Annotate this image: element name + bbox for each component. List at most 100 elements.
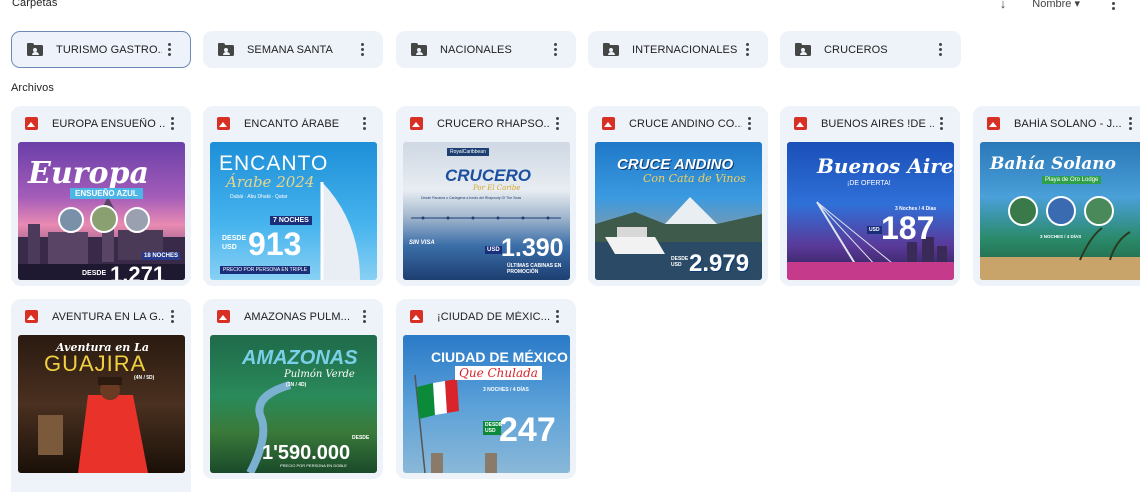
shared-folder-icon	[27, 43, 43, 56]
thumb-subtitle: Por El Caribe	[473, 184, 521, 192]
file-thumbnail: CIUDAD DE MÉXICO Que Chulada 3 NOCHES / …	[403, 335, 570, 473]
thumb-badge: 7 NOCHES	[270, 216, 312, 225]
folder-name: TURISMO GASTRO...	[56, 43, 162, 56]
thumb-price-label: DESDE USD	[671, 256, 689, 268]
more-options-icon[interactable]	[1106, 0, 1120, 12]
route-line-illustration	[411, 216, 561, 220]
image-file-icon	[25, 310, 38, 323]
thumb-price: 1'590.000	[262, 442, 351, 464]
thumb-subtitle: Que Chulada	[455, 366, 542, 380]
folder-menu-icon[interactable]	[355, 41, 369, 59]
photo-circle	[124, 207, 150, 233]
sort-direction-icon[interactable]: ↓	[1000, 0, 1007, 11]
folder-name: INTERNACIONALES	[632, 43, 738, 56]
folder-name: SEMANA SANTA	[247, 43, 333, 56]
thumb-title: CIUDAD DE MÉXICO	[431, 349, 568, 365]
folder-cruceros[interactable]: CRUCEROS	[780, 31, 961, 68]
thumb-title: Buenos Aires	[817, 154, 954, 178]
thumb-price-label: USD	[867, 226, 882, 234]
thumb-caption: PRECIO POR PERSONA EN DOBLE	[280, 463, 347, 468]
thumb-badge: (4N / 5D)	[134, 375, 155, 381]
file-thumbnail: AMAZONAS Pulmón Verde (3N / 4D) DESDE 1'…	[210, 335, 377, 473]
file-name: EUROPA ENSUEÑO ...	[52, 117, 165, 130]
thumb-title: Bahía Solano	[990, 154, 1116, 174]
file-menu-icon[interactable]	[165, 115, 179, 133]
folder-semana-santa[interactable]: SEMANA SANTA	[203, 31, 383, 68]
image-file-icon	[794, 117, 807, 130]
thumb-price-label: USD	[485, 246, 502, 254]
file-menu-icon[interactable]	[1123, 115, 1137, 133]
folders-section-label: Carpetas	[12, 0, 58, 9]
thumb-title: CRUCERO	[445, 166, 531, 185]
sort-control[interactable]: ↓ Nombre ▾	[1000, 0, 1120, 12]
image-file-icon	[25, 117, 38, 130]
file-thumbnail: Bahía Solano Playa de Oro Lodge 3 NOCHES…	[980, 142, 1140, 280]
sort-label[interactable]: Nombre ▾	[1032, 0, 1080, 10]
file-menu-icon[interactable]	[357, 308, 371, 326]
file-amazonas-pulmon[interactable]: AMAZONAS PULM... AMAZONAS Pulmón Verde (…	[203, 299, 383, 479]
thumb-price: 1.390	[501, 234, 564, 262]
file-thumbnail: RoyalCaribbean CRUCERO Por El Caribe Des…	[403, 142, 570, 280]
folder-name: CRUCEROS	[824, 43, 888, 56]
image-file-icon	[602, 117, 615, 130]
thumb-price: 247	[499, 411, 556, 449]
thumb-badge: (3N / 4D)	[286, 382, 307, 388]
file-crucero-rhapsody[interactable]: CRUCERO RHAPSO... RoyalCaribbean CRUCERO…	[396, 106, 576, 286]
file-menu-icon[interactable]	[934, 115, 948, 133]
folder-menu-icon[interactable]	[162, 41, 176, 59]
file-thumbnail: Aventura en La GUAJIRA (4N / 5D)	[18, 335, 185, 473]
file-menu-icon[interactable]	[742, 115, 756, 133]
thumb-badge: 3 NOCHES / 4 DÍAS	[1040, 234, 1082, 239]
thumb-title: Europa	[28, 156, 149, 191]
folder-menu-icon[interactable]	[548, 41, 562, 59]
file-name: CRUCE ANDINO CO...	[629, 117, 742, 130]
thumb-subtitle: ¡DE OFERTA!	[847, 180, 891, 187]
file-thumbnail: ENCANTO Árabe 2024 Dubái · Abu Dhabi · Q…	[210, 142, 377, 280]
thumb-caption: PRECIO POR PERSONA EN TRIPLE	[220, 266, 311, 274]
shared-folder-icon	[795, 43, 811, 56]
file-thumbnail: Buenos Aires ¡DE OFERTA! 3 Noches / 4 Dí…	[787, 142, 954, 280]
thumb-subtitle: Árabe 2024	[226, 173, 315, 191]
file-buenos-aires[interactable]: BUENOS AIRES !DE ... Buenos Aires ¡DE OF…	[780, 106, 960, 286]
thumb-price: 1.271	[110, 262, 166, 281]
thumb-subtitle: Con Cata de Vinos	[643, 172, 746, 185]
file-cruce-andino[interactable]: CRUCE ANDINO CO... CRUCE ANDINO Con Cata…	[588, 106, 768, 286]
image-file-icon	[410, 117, 423, 130]
folder-menu-icon[interactable]	[740, 41, 754, 59]
photo-circle	[58, 207, 84, 233]
file-thumbnail: Europa ENSUEÑO AZUL 18 NOCHES DESDE 1.27…	[18, 142, 185, 280]
file-name: AVENTURA EN LA G...	[52, 310, 165, 323]
file-name: ¡CIUDAD DE MÉXIC...	[437, 310, 550, 323]
image-file-icon	[410, 310, 423, 323]
file-encanto-arabe[interactable]: ENCANTO ÁRABE ENCANTO Árabe 2024 Dubái ·…	[203, 106, 383, 286]
file-menu-icon[interactable]	[357, 115, 371, 133]
file-menu-icon[interactable]	[165, 308, 179, 326]
image-file-icon	[217, 310, 230, 323]
photo-circle	[1008, 196, 1038, 226]
thumb-caption: ÚLTIMAS CABINAS EN PROMOCIÓN	[507, 263, 562, 275]
file-ciudad-de-mexico[interactable]: ¡CIUDAD DE MÉXIC... CIUDAD DE MÉXICO Que…	[396, 299, 576, 479]
file-europa-ensueno[interactable]: EUROPA ENSUEÑO ... Europa ENSUEÑO AZUL 1…	[11, 106, 191, 286]
thumb-price: 2.979	[689, 250, 750, 277]
folder-turismo-gastro[interactable]: TURISMO GASTRO...	[11, 31, 191, 68]
thumb-price: 913	[248, 226, 302, 262]
thumb-subtitle: GUAJIRA	[44, 351, 147, 376]
file-aventura-guajira[interactable]: AVENTURA EN LA G... Aventura en La GUAJI…	[11, 299, 191, 492]
file-menu-icon[interactable]	[550, 308, 564, 326]
file-bahia-solano[interactable]: BAHÍA SOLANO - J... Bahía Solano Playa d…	[973, 106, 1140, 286]
folder-internacionales[interactable]: INTERNACIONALES	[588, 31, 768, 68]
header-strip: Carpetas ↓ Nombre ▾	[0, 0, 1140, 12]
thumb-tagline: Dubái · Abu Dhabi · Qatar	[230, 194, 288, 200]
files-section-label: Archivos	[11, 82, 54, 94]
file-name: CRUCERO RHAPSO...	[437, 117, 550, 130]
folder-nacionales[interactable]: NACIONALES	[396, 31, 576, 68]
thumb-subtitle: Playa de Oro Lodge	[1042, 176, 1102, 184]
file-menu-icon[interactable]	[550, 115, 564, 133]
cruise-line-logo: RoyalCaribbean	[447, 148, 489, 156]
photo-circle	[90, 205, 118, 233]
file-thumbnail: CRUCE ANDINO Con Cata de Vinos DESDE USD…	[595, 142, 762, 280]
image-file-icon	[217, 117, 230, 130]
folder-menu-icon[interactable]	[933, 41, 947, 59]
thumb-title: AMAZONAS	[242, 347, 358, 369]
photo-circle	[1084, 196, 1114, 226]
